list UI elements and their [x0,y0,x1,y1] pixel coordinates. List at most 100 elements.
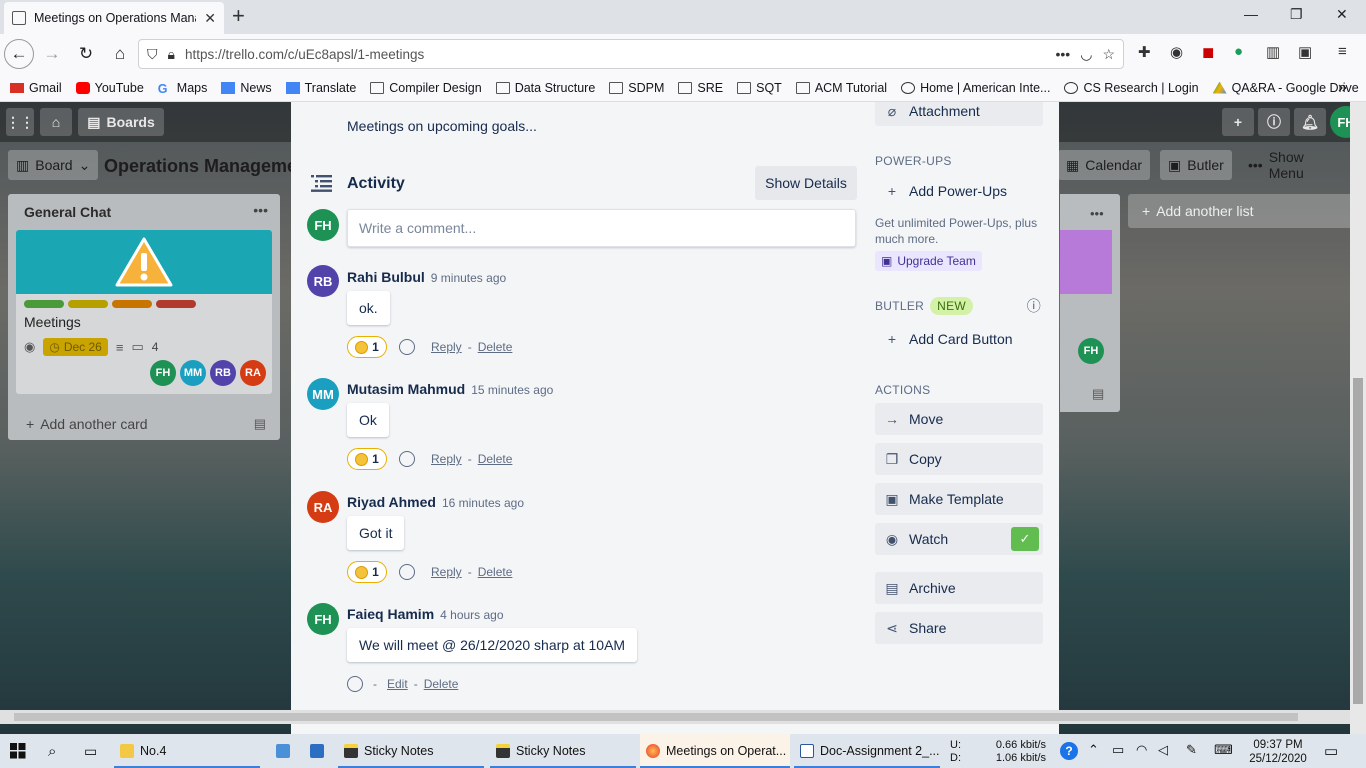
comment-input[interactable] [347,209,856,247]
bookmark-youtube[interactable]: YouTube [75,81,144,95]
volume-icon[interactable]: ◁ [1158,742,1168,758]
url-text[interactable]: https://trello.com/c/uEc8apsl/1-meetings [185,47,1046,62]
bookmark-american[interactable]: Home | American Inte... [901,81,1050,95]
home-icon[interactable]: ⌂ [104,38,136,70]
card-meetings[interactable]: Meetings ◉ ◷ Dec 26 ≡ ▭ 4 FH MM RB RA [16,230,272,394]
taskbar-item-document[interactable]: Doc-Assignment 2_... [794,734,940,768]
reaction-button[interactable]: 1 [347,448,387,470]
more-icon[interactable]: ••• [1056,46,1071,62]
add-card-button[interactable]: + Add another card [26,416,148,432]
bookmark-maps[interactable]: G Maps [158,81,208,96]
close-tab-icon[interactable]: ✕ [204,10,216,27]
member-avatar[interactable]: MM [180,360,206,386]
bookmark-folder[interactable]: SDPM [609,81,664,95]
new-tab-icon[interactable]: + [232,4,245,28]
comment-time[interactable]: 4 hours ago [440,608,503,622]
forward-icon[interactable]: → [36,38,68,70]
butler-button[interactable]: ▣ Butler [1160,150,1232,180]
show-details-button[interactable]: Show Details [755,166,857,200]
lock-icon[interactable]: 🔒︎ [168,46,175,63]
notifications-icon[interactable]: ▭ [1324,742,1338,760]
bookmark-folder[interactable]: SQT [737,81,782,95]
address-bar[interactable]: ⛉ 🔒︎ https://trello.com/c/uEc8apsl/1-mee… [138,39,1124,69]
bookmark-folder[interactable]: SRE [678,81,723,95]
reply-link[interactable]: Reply [431,452,462,466]
comment-author[interactable]: Rahi Bulbul 9 minutes ago [347,269,506,285]
bookmark-translate[interactable]: Translate [285,81,356,95]
minimize-icon[interactable]: — [1244,6,1258,22]
archive-button[interactable]: ▤ Archive [875,572,1043,604]
taskbar-item-sticky-notes[interactable]: Sticky Notes [338,734,484,768]
account-icon[interactable]: ◉ [1170,43,1183,61]
more-bookmarks-icon[interactable]: » [1338,79,1347,97]
search-icon[interactable]: ⌕ [42,734,56,768]
restore-icon[interactable]: ❐ [1290,6,1303,23]
comment-time[interactable]: 15 minutes ago [471,383,553,397]
home-icon[interactable]: ⌂ [40,108,72,136]
add-reaction-icon[interactable] [399,339,415,355]
add-reaction-icon[interactable] [399,451,415,467]
delete-link[interactable]: Delete [478,565,513,579]
taskbar-item-firefox[interactable]: Meetings on Operat... [640,734,790,768]
add-reaction-icon[interactable] [399,564,415,580]
grammarly-icon[interactable]: ● [1234,43,1243,60]
list-menu-icon[interactable]: ••• [1090,206,1104,221]
card-template-icon[interactable]: ▤ [254,416,266,432]
back-icon[interactable]: ← [4,39,34,69]
shield-icon[interactable]: ⛉ [147,46,158,63]
share-button[interactable]: ⋖ Share [875,612,1043,644]
create-icon[interactable]: + [1222,108,1254,136]
bookmark-news[interactable]: News [221,81,272,95]
copy-button[interactable]: ❐ Copy [875,443,1043,475]
card-cover-purple[interactable] [1060,230,1112,294]
apps-icon[interactable]: ⋮⋮ [6,108,34,136]
move-button[interactable]: → Move [875,403,1043,435]
vertical-scrollbar[interactable] [1350,102,1366,734]
comment-author[interactable]: Faieq Hamim 4 hours ago [347,606,504,622]
scroll-thumb[interactable] [14,713,1298,721]
notifications-icon[interactable]: 🔔︎ [1294,108,1326,136]
chevron-up-icon[interactable]: ⌃ [1088,742,1099,758]
attachment-button[interactable]: ⌀ Attachment [875,102,1043,126]
member-avatar[interactable]: RA [240,360,266,386]
battery-icon[interactable]: ▭ [1112,742,1124,758]
board-name[interactable]: Operations Manageme [104,156,297,177]
comment-avatar[interactable]: MM [307,378,339,410]
add-powerups-button[interactable]: + Add Power-Ups [875,177,1043,205]
taskbar-pinned-app[interactable] [304,734,324,768]
reload-icon[interactable]: ↻ [70,38,102,70]
watch-button[interactable]: ◉ Watch ✓ [875,523,1043,555]
browser-tab[interactable]: Meetings on Operations Mana ✕ [4,2,224,34]
delete-link[interactable]: Delete [424,677,459,691]
menu-icon[interactable]: ≡ [1338,43,1347,60]
selenium-icon[interactable]: ▣ [1298,43,1312,61]
bookmark-gmail[interactable]: Gmail [10,81,62,95]
make-template-button[interactable]: ▣ Make Template [875,483,1043,515]
board-view-switcher[interactable]: ▥ Board ⌄ [8,150,99,180]
add-list-button[interactable]: + Add another list [1128,194,1366,228]
task-view-icon[interactable]: ▭ [78,734,97,768]
delete-link[interactable]: Delete [478,340,513,354]
show-menu-button[interactable]: ••• Show Menu [1240,149,1350,181]
bookmark-cs-research[interactable]: CS Research | Login [1064,81,1199,95]
comment-time[interactable]: 16 minutes ago [442,496,524,510]
bookmark-folder[interactable]: Compiler Design [370,81,482,95]
add-reaction-icon[interactable] [347,676,363,692]
bookmark-folder[interactable]: ACM Tutorial [795,81,887,95]
member-avatar[interactable]: FH [1078,338,1104,364]
start-icon[interactable] [4,734,34,768]
edit-link[interactable]: Edit [387,677,408,691]
comment-author[interactable]: Mutasim Mahmud 15 minutes ago [347,381,553,397]
keyboard-icon[interactable]: ⌨ [1214,742,1233,758]
calendar-button[interactable]: ▦ Calendar [1058,150,1151,180]
extension-icon[interactable]: ▥ [1266,43,1280,61]
member-avatar[interactable]: FH [150,360,176,386]
member-avatar[interactable]: RB [210,360,236,386]
close-window-icon[interactable]: ✕ [1336,6,1348,23]
pocket-icon[interactable]: ◡ [1080,46,1092,63]
clock[interactable]: 09:37 PM 25/12/2020 [1244,738,1312,766]
comment-author[interactable]: Riyad Ahmed 16 minutes ago [347,494,524,510]
card-description[interactable]: Meetings on upcoming goals... [347,118,537,134]
extensions-icon[interactable]: ✚ [1138,43,1151,61]
reply-link[interactable]: Reply [431,340,462,354]
